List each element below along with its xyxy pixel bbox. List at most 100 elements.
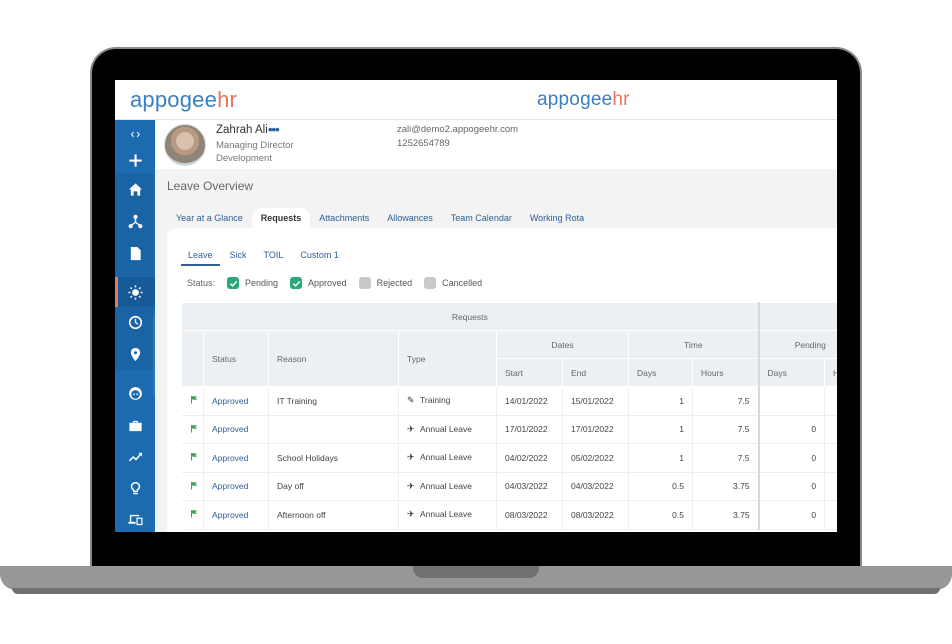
sidebar-item-time[interactable] — [115, 309, 155, 335]
reason-cell: Afternoon off — [268, 500, 399, 530]
flag-icon — [190, 510, 197, 518]
location-pin-icon — [130, 347, 140, 361]
sidebar-item-collapse[interactable] — [115, 121, 155, 147]
pending-hours-cell — [824, 472, 837, 501]
subtab-leave[interactable]: Leave — [181, 250, 220, 266]
start-date-cell: 04/03/2022 — [496, 472, 563, 501]
table-row[interactable]: Approved School Holidays ✈ Annual Leave 0… — [181, 443, 837, 473]
flag-cell — [181, 500, 204, 530]
table-row[interactable]: Approved IT Training ✎ Training 14/01/202… — [181, 386, 837, 416]
logo-suffix: hr — [612, 89, 630, 110]
checkbox-label: Pending — [245, 278, 279, 288]
hours-cell: 3.75 — [692, 472, 760, 501]
type-label: Annual Leave — [420, 480, 472, 491]
type-cell: ✈ Annual Leave — [398, 472, 497, 501]
top-header: appogeehr appogeehr — [115, 80, 837, 120]
column-pending-days[interactable]: Days — [757, 358, 826, 387]
laptop-mockup: appogeehr appogeehr Zahrah Ali ••• Manag… — [0, 0, 952, 644]
pending-days-cell: 0 — [757, 500, 826, 530]
tab-working-rota[interactable]: Working Rota — [521, 208, 593, 228]
subtab-sick[interactable]: Sick — [223, 250, 254, 266]
days-cell: 1 — [628, 443, 693, 473]
column-group-dates: Dates — [496, 330, 629, 359]
sidebar-item-leave[interactable] — [115, 277, 155, 307]
page-title: Leave Overview — [167, 179, 254, 193]
home-icon — [128, 182, 142, 196]
end-date-cell: 17/01/2022 — [562, 415, 629, 444]
sidebar-item-add[interactable] — [115, 147, 155, 173]
logo-suffix: hr — [217, 87, 238, 112]
filter-cancelled-checkbox[interactable]: Cancelled — [424, 277, 482, 289]
status-cell[interactable]: Approved — [203, 472, 269, 501]
checkbox-checked[interactable] — [227, 277, 240, 289]
status-cell[interactable]: Approved — [203, 415, 269, 444]
tab-requests[interactable]: Requests — [251, 208, 311, 228]
flag-cell — [181, 386, 204, 416]
status-cell[interactable]: Approved — [203, 443, 269, 473]
pending-hours-cell — [824, 500, 837, 530]
status-cell[interactable]: Approved — [203, 386, 269, 416]
checkbox-unchecked[interactable] — [424, 277, 437, 289]
table-row[interactable]: Approved ✈ Annual Leave 17/01/2022 17/01/… — [181, 415, 837, 444]
subtab-custom-1[interactable]: Custom 1 — [293, 250, 346, 266]
column-type[interactable]: Type — [398, 330, 497, 387]
employee-profile-header: Zahrah Ali ••• Managing Director Develop… — [155, 120, 837, 169]
document-icon — [130, 246, 141, 260]
sidebar-item-org-chart[interactable] — [115, 208, 155, 234]
employee-department: Development — [216, 153, 272, 164]
more-options-button[interactable]: ••• — [268, 122, 280, 137]
sidebar-item-jobs[interactable] — [115, 412, 155, 438]
checkbox-checked[interactable] — [290, 277, 303, 289]
plane-icon: ✈ — [407, 509, 415, 520]
flag-icon — [190, 481, 197, 490]
sidebar-item-people[interactable] — [115, 380, 155, 406]
sidebar-item-home[interactable] — [115, 176, 155, 202]
checkbox-unchecked[interactable] — [358, 277, 371, 289]
type-cell: ✎ Training — [398, 386, 497, 416]
sidebar-item-devices[interactable] — [115, 506, 155, 532]
end-date-cell: 04/03/2022 — [562, 472, 629, 501]
table-row[interactable]: Approved Afternoon off ✈ Annual Leave 08/… — [181, 500, 837, 530]
check-icon — [229, 280, 237, 287]
type-label: Annual Leave — [420, 423, 472, 434]
filter-pending-checkbox[interactable]: Pending — [227, 277, 278, 289]
reason-cell: School Holidays — [268, 443, 399, 473]
sidebar-item-documents[interactable] — [115, 240, 155, 266]
subtab-toil[interactable]: TOIL — [257, 250, 291, 266]
type-cell: ✈ Annual Leave — [398, 415, 497, 444]
column-hours[interactable]: Hours — [691, 358, 760, 387]
sidebar-scrollbar[interactable] — [153, 317, 155, 397]
employee-email[interactable]: zali@demo2.appogeehr.com — [397, 124, 518, 135]
face-icon — [128, 386, 142, 400]
status-filter: Status: Pending Approved Rejected Cancel… — [187, 277, 494, 289]
table-row[interactable]: Approved Day off ✈ Annual Leave 04/03/202… — [181, 472, 837, 501]
end-date-cell: 08/03/2022 — [562, 500, 629, 530]
column-end[interactable]: End — [562, 358, 629, 387]
days-cell: 0.5 — [628, 500, 693, 530]
brand-logo[interactable]: appogeehr — [130, 87, 237, 113]
filter-approved-checkbox[interactable]: Approved — [290, 277, 347, 289]
column-status[interactable]: Status — [203, 330, 269, 387]
flag-cell — [181, 472, 204, 501]
tab-allowances[interactable]: Allowances — [378, 208, 442, 228]
start-date-cell: 14/01/2022 — [496, 386, 563, 416]
end-date-cell: 15/01/2022 — [562, 386, 629, 416]
sidebar-item-location[interactable] — [115, 341, 155, 367]
leave-type-subtabs: Leave Sick TOIL Custom 1 — [181, 250, 349, 266]
sidebar-item-analytics[interactable] — [115, 443, 155, 469]
employee-phone: 1252654789 — [397, 138, 450, 149]
column-days[interactable]: Days — [628, 358, 693, 387]
filter-rejected-checkbox[interactable]: Rejected — [358, 277, 412, 289]
tab-team-calendar[interactable]: Team Calendar — [442, 208, 521, 228]
column-start[interactable]: Start — [496, 358, 563, 387]
column-pending-hours[interactable]: H — [824, 358, 837, 387]
checkbox-label: Approved — [308, 278, 347, 288]
pending-hours-cell — [824, 415, 837, 444]
avatar[interactable] — [164, 124, 206, 166]
sidebar-item-ideas[interactable] — [115, 475, 155, 501]
tab-attachments[interactable]: Attachments — [310, 208, 378, 228]
status-cell[interactable]: Approved — [203, 500, 269, 530]
days-cell: 1 — [628, 415, 693, 444]
column-reason[interactable]: Reason — [268, 330, 399, 387]
tab-year-at-a-glance[interactable]: Year at a Glance — [167, 208, 252, 228]
